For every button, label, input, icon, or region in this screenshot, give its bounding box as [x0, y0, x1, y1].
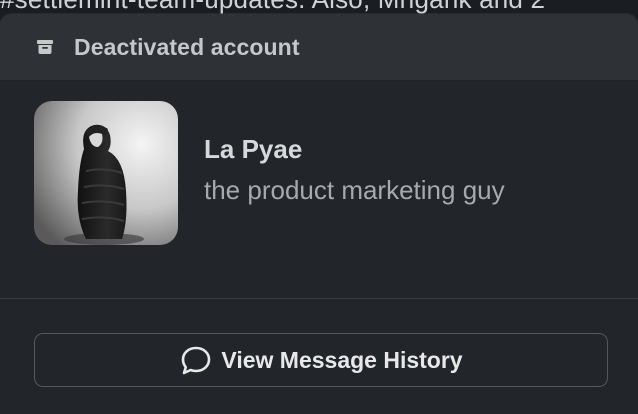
- deactivated-label: Deactivated account: [74, 33, 300, 60]
- view-message-history-label: View Message History: [221, 346, 463, 373]
- speech-bubble-icon: [179, 343, 213, 377]
- profile-popover: Deactivated account La Pyae the product …: [0, 14, 638, 414]
- profile-title: the product marketing guy: [204, 175, 505, 205]
- archive-icon: [36, 38, 54, 56]
- divider: [0, 298, 638, 299]
- profile-name[interactable]: La Pyae: [204, 134, 505, 165]
- deactivated-banner: Deactivated account: [0, 14, 638, 81]
- avatar[interactable]: [34, 101, 178, 245]
- view-message-history-button[interactable]: View Message History: [34, 333, 608, 387]
- profile-info: La Pyae the product marketing guy: [204, 134, 505, 206]
- profile-section: La Pyae the product marketing guy: [0, 81, 638, 245]
- background-message-text: #settlemint-team-updates. Also, Mrigank …: [0, 0, 545, 15]
